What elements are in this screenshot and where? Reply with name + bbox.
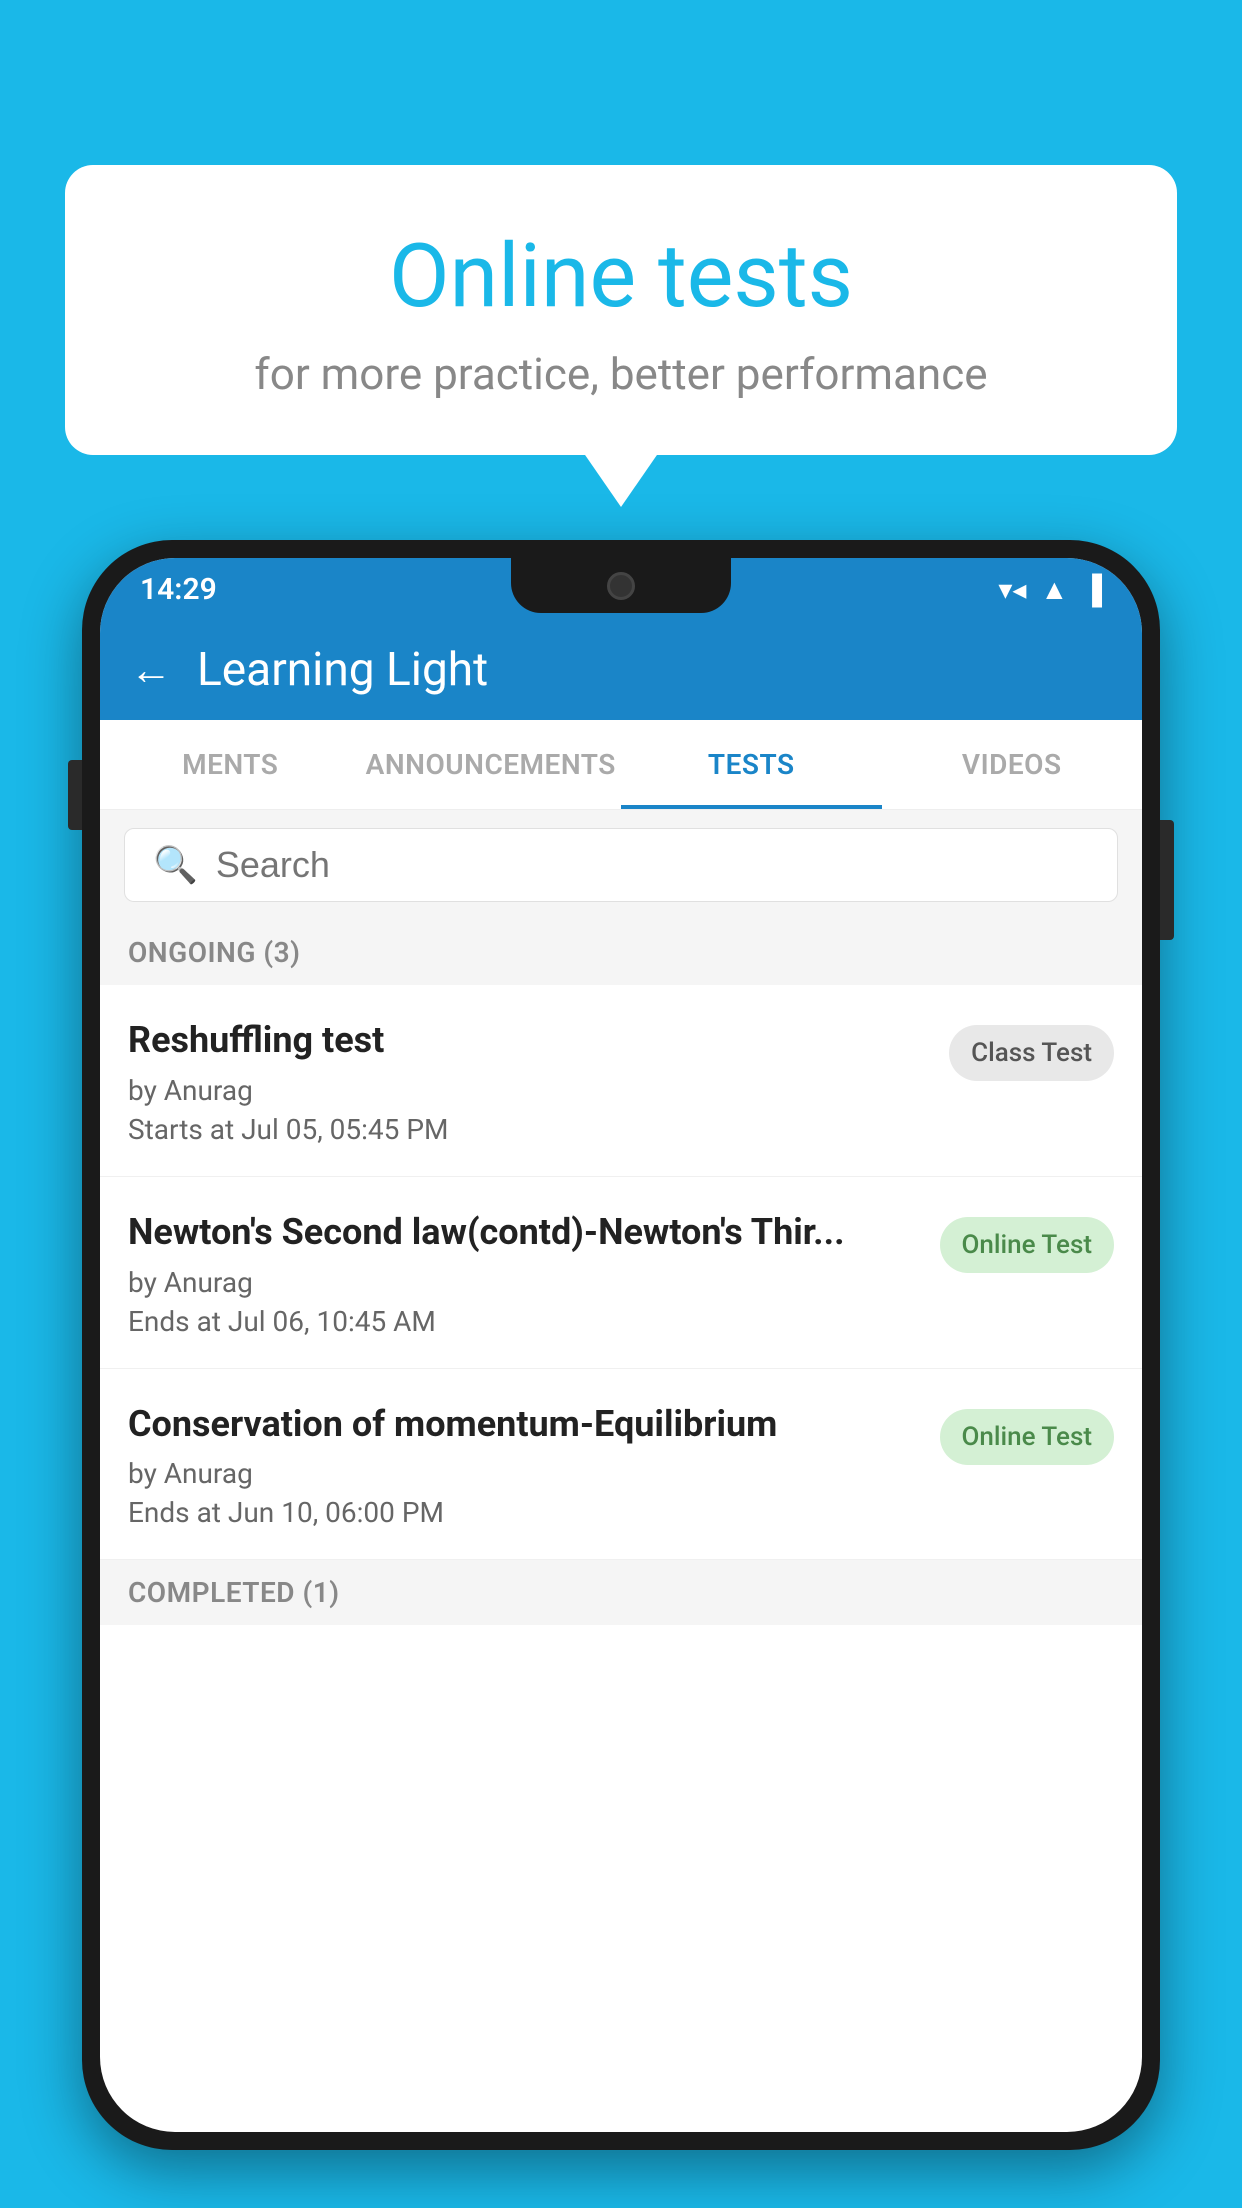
test-name-2: Newton's Second law(contd)-Newton's Thir… — [128, 1209, 920, 1256]
battery-icon: ▐ — [1082, 573, 1102, 606]
back-button[interactable]: ← — [130, 646, 172, 695]
tabs-bar: MENTS ANNOUNCEMENTS TESTS VIDEOS — [100, 720, 1142, 810]
test-author-3: by Anurag — [128, 1457, 920, 1490]
test-name-1: Reshuffling test — [128, 1017, 929, 1064]
app-header-title: Learning Light — [197, 643, 488, 697]
test-badge-3: Online Test — [940, 1409, 1115, 1465]
status-time: 14:29 — [140, 572, 217, 607]
volume-button — [68, 760, 82, 830]
test-item-1[interactable]: Reshuffling test by Anurag Starts at Jul… — [100, 985, 1142, 1177]
power-button — [1160, 820, 1174, 940]
search-input[interactable] — [216, 844, 1089, 886]
tab-announcements[interactable]: ANNOUNCEMENTS — [361, 720, 622, 809]
test-info-3: Conservation of momentum-Equilibrium by … — [128, 1401, 920, 1530]
test-badge-1: Class Test — [949, 1025, 1114, 1081]
phone-wrapper: 14:29 ▾◂ ▲ ▐ ← Learning Light MENTS ANNO… — [82, 540, 1160, 2208]
tab-videos[interactable]: VIDEOS — [882, 720, 1143, 809]
search-icon: 🔍 — [153, 844, 198, 886]
speech-bubble: Online tests for more practice, better p… — [65, 165, 1177, 455]
test-badge-2: Online Test — [940, 1217, 1115, 1273]
test-name-3: Conservation of momentum-Equilibrium — [128, 1401, 920, 1448]
wifi-icon: ▾◂ — [998, 573, 1026, 606]
phone-notch — [511, 558, 731, 613]
tab-tests[interactable]: TESTS — [621, 720, 882, 809]
bubble-title: Online tests — [115, 225, 1127, 328]
test-date-3: Ends at Jun 10, 06:00 PM — [128, 1496, 920, 1529]
bubble-subtitle: for more practice, better performance — [115, 348, 1127, 400]
test-date-1: Starts at Jul 05, 05:45 PM — [128, 1113, 929, 1146]
app-header: ← Learning Light — [100, 620, 1142, 720]
status-icons: ▾◂ ▲ ▐ — [998, 573, 1102, 606]
test-item-3[interactable]: Conservation of momentum-Equilibrium by … — [100, 1369, 1142, 1561]
tab-ments[interactable]: MENTS — [100, 720, 361, 809]
ongoing-section-header: ONGOING (3) — [100, 920, 1142, 985]
signal-icon: ▲ — [1040, 573, 1068, 606]
test-author-1: by Anurag — [128, 1074, 929, 1107]
phone-screen: 14:29 ▾◂ ▲ ▐ ← Learning Light MENTS ANNO… — [100, 558, 1142, 2132]
completed-section-header: COMPLETED (1) — [100, 1560, 1142, 1625]
test-info-2: Newton's Second law(contd)-Newton's Thir… — [128, 1209, 920, 1338]
phone-device: 14:29 ▾◂ ▲ ▐ ← Learning Light MENTS ANNO… — [82, 540, 1160, 2150]
test-author-2: by Anurag — [128, 1266, 920, 1299]
search-container: 🔍 — [100, 810, 1142, 920]
test-item-2[interactable]: Newton's Second law(contd)-Newton's Thir… — [100, 1177, 1142, 1369]
test-info-1: Reshuffling test by Anurag Starts at Jul… — [128, 1017, 929, 1146]
front-camera — [607, 572, 635, 600]
test-date-2: Ends at Jul 06, 10:45 AM — [128, 1305, 920, 1338]
search-bar[interactable]: 🔍 — [124, 828, 1118, 902]
